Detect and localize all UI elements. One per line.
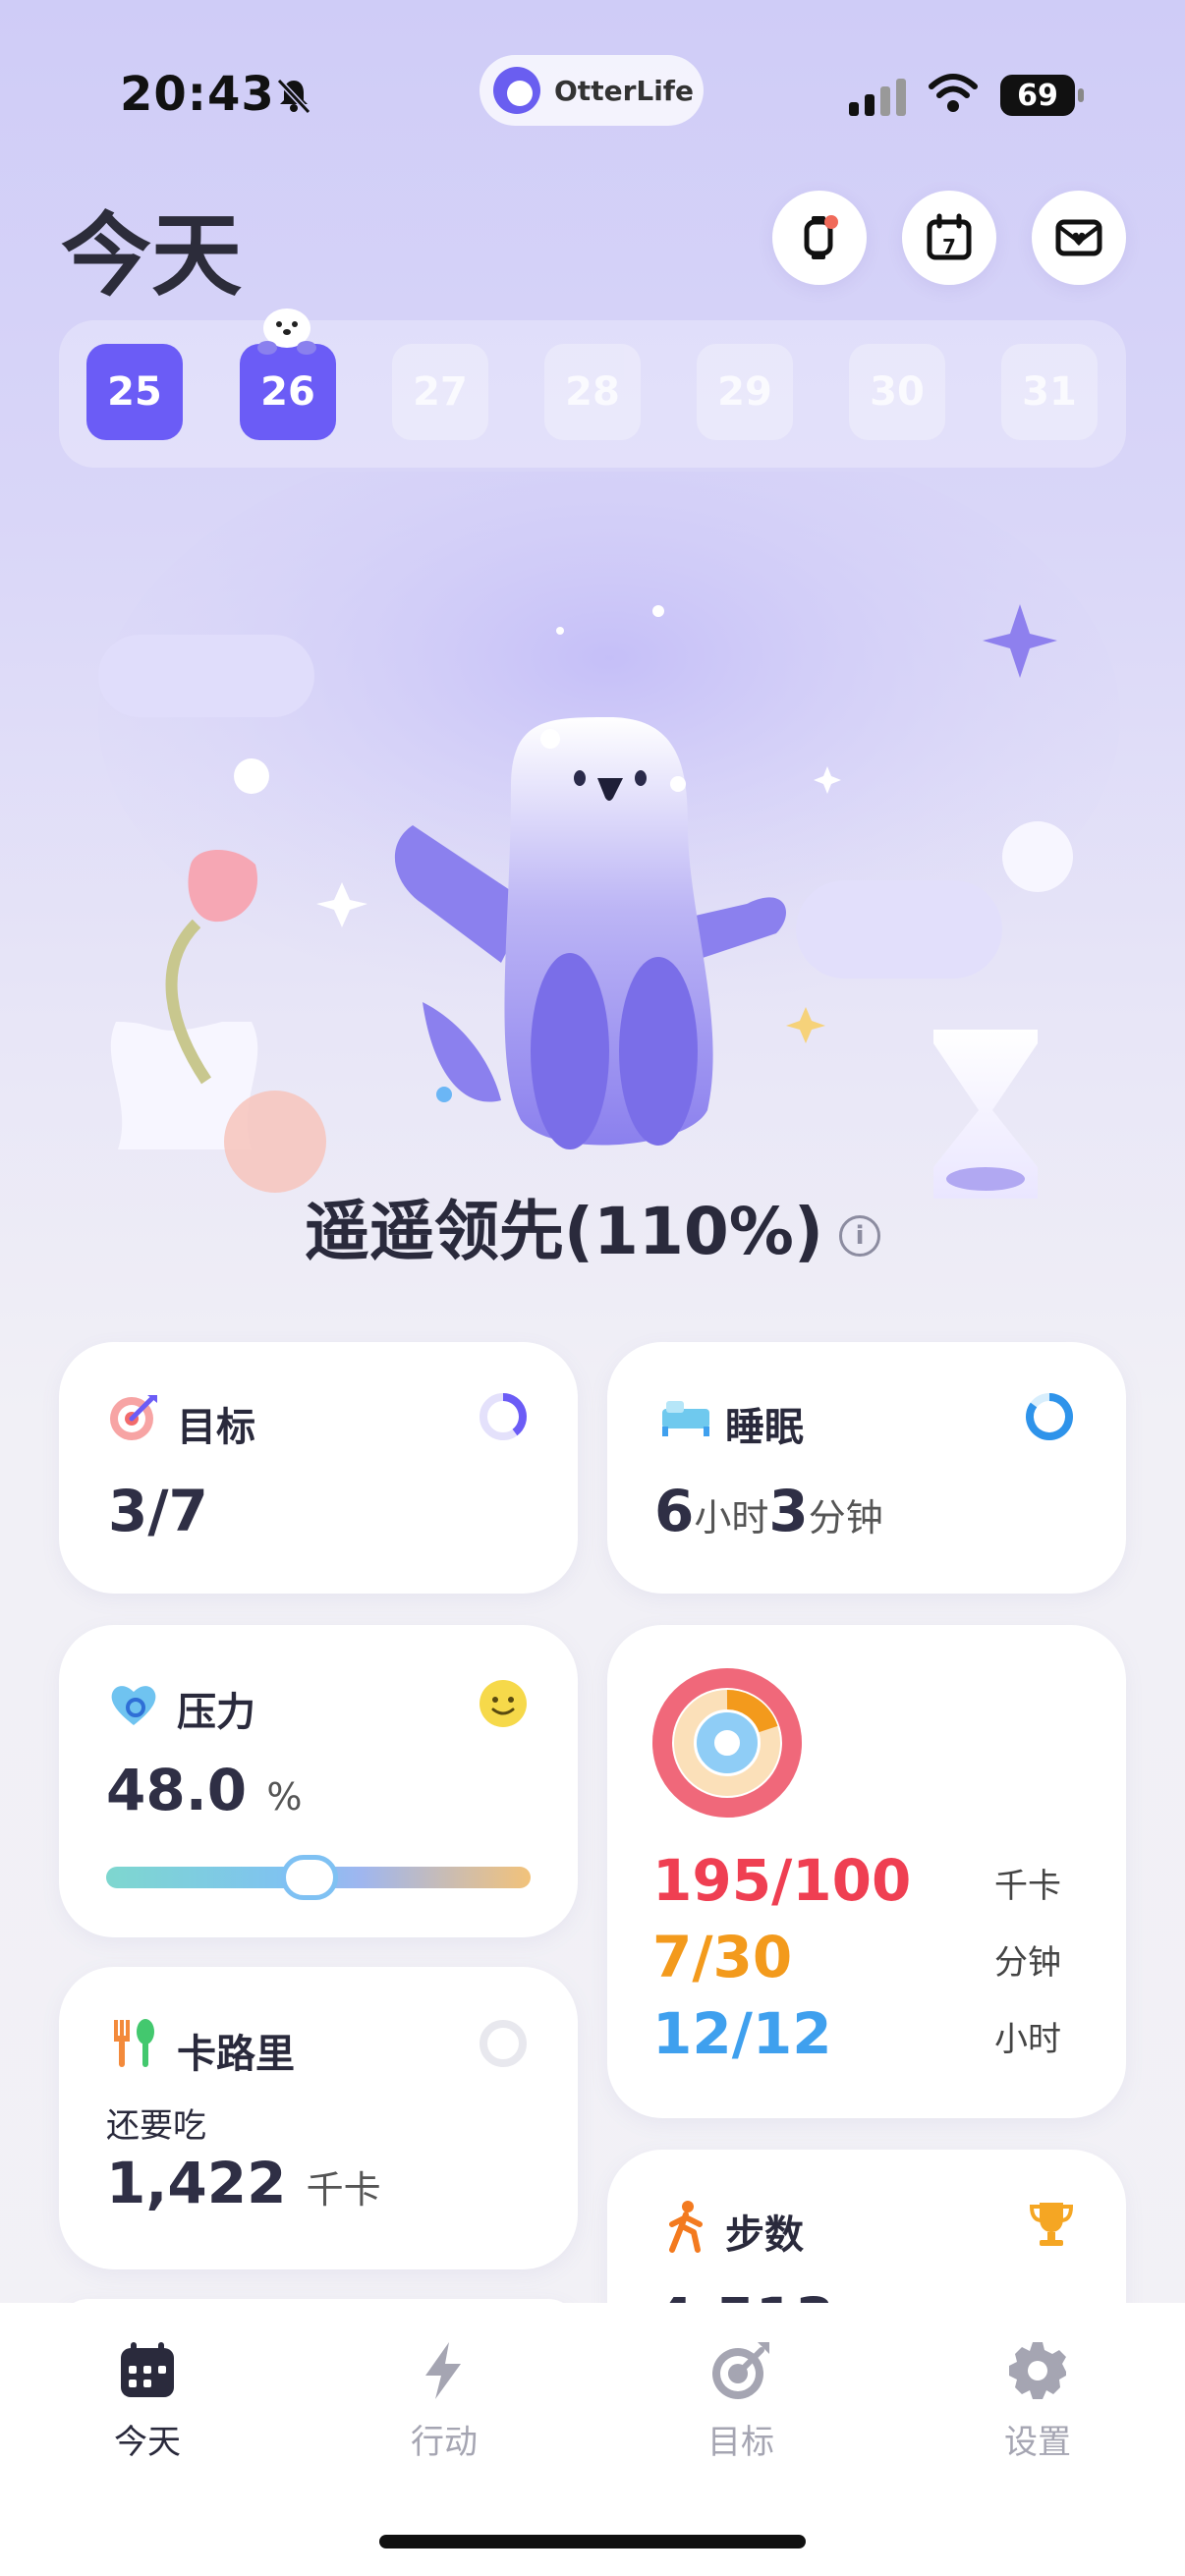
activity-rings-card[interactable]: 195/100 千卡 7/30 分钟 12/12 小时 — [607, 1625, 1126, 2118]
sleep-card[interactable]: 睡眠 6小时3分钟 — [607, 1342, 1126, 1594]
calories-remaining-unit: 千卡 — [306, 2168, 381, 2212]
stress-value: 48.0 — [106, 1757, 248, 1823]
fork-knife-icon — [114, 2019, 154, 2067]
calories-burned-value: 195/100 — [652, 1847, 912, 1914]
calendar-7-icon: 7 — [927, 213, 972, 260]
sleep-duration: 6小时3分钟 — [654, 1478, 883, 1544]
tab-settings-label: 设置 — [1004, 2423, 1071, 2462]
cellular-signal-icon — [849, 79, 906, 116]
stress-gauge-thumb — [281, 1855, 339, 1900]
goal-card[interactable]: 目标 3/7 — [59, 1342, 578, 1594]
calories-remaining-value: 1,422 — [106, 2150, 287, 2216]
goal-value: 3/7 — [108, 1478, 208, 1544]
tab-today[interactable]: 今天 — [69, 2338, 226, 2463]
info-icon[interactable]: i — [839, 1214, 881, 1257]
calories-title: 卡路里 — [177, 2032, 295, 2077]
bell-muted-icon — [276, 78, 311, 115]
calories-progress-ring-icon — [480, 2020, 527, 2067]
mail-heart-icon — [1055, 219, 1102, 256]
exercise-minutes-unit: 分钟 — [994, 1943, 1061, 1983]
sleep-hours: 6 — [654, 1478, 695, 1544]
day-26[interactable]: 26 — [240, 344, 336, 440]
calories-card[interactable]: 卡路里 还要吃 1,422 千卡 — [59, 1967, 578, 2269]
day-28[interactable]: 28 — [544, 344, 641, 440]
target-icon — [712, 2342, 769, 2399]
watch-button[interactable] — [772, 191, 867, 285]
calories-burned-unit: 千卡 — [994, 1867, 1061, 1906]
day-27[interactable]: 27 — [392, 344, 488, 440]
trophy-icon — [1029, 2203, 1074, 2246]
stress-card[interactable]: 压力 48.0 % — [59, 1625, 578, 1937]
stress-value-line: 48.0 % — [106, 1757, 302, 1823]
otter-logo-icon — [493, 67, 540, 114]
goal-title: 目标 — [177, 1405, 255, 1450]
app-indicator-pill[interactable]: OtterLife — [480, 55, 704, 126]
battery-nub — [1078, 88, 1084, 102]
tab-today-label: 今天 — [114, 2423, 181, 2462]
svg-text:7: 7 — [942, 235, 956, 258]
tab-goals-label: 目标 — [707, 2423, 774, 2462]
day-25[interactable]: 25 — [86, 344, 183, 440]
sleep-minutes: 3 — [768, 1478, 809, 1544]
sleep-progress-ring-icon — [1026, 1393, 1073, 1440]
tab-actions[interactable]: 行动 — [366, 2338, 523, 2463]
tab-settings[interactable]: 设置 — [959, 2338, 1116, 2463]
home-indicator[interactable] — [379, 2535, 806, 2548]
smiley-face-icon — [480, 1680, 527, 1727]
gear-icon — [1009, 2342, 1066, 2399]
exercise-minutes-value: 7/30 — [652, 1924, 793, 1990]
watch-icon — [804, 215, 838, 259]
sleep-hours-unit: 小时 — [694, 1496, 769, 1540]
target-dart-icon — [110, 1395, 157, 1440]
stress-unit: % — [266, 1775, 303, 1819]
battery-indicator: 69 — [1000, 75, 1075, 116]
activity-rings-icon — [652, 1668, 802, 1818]
walking-person-icon — [669, 2201, 703, 2253]
calories-remaining-line: 1,422 千卡 — [106, 2150, 381, 2216]
performance-status: 遥遥领先(110%) i — [0, 1179, 1185, 1273]
wifi-icon — [929, 74, 978, 112]
page-title: 今天 — [61, 203, 243, 308]
mini-otter-marker-icon — [257, 308, 316, 355]
stand-hours-unit: 小时 — [994, 2020, 1061, 2059]
otter-mascot-illustration — [98, 472, 1120, 1199]
tab-actions-label: 行动 — [411, 2423, 478, 2462]
calendar-icon — [121, 2342, 174, 2397]
day-29[interactable]: 29 — [697, 344, 793, 440]
lightning-icon — [425, 2342, 461, 2399]
calories-sub-label: 还要吃 — [106, 2106, 206, 2146]
sleep-minutes-unit: 分钟 — [808, 1496, 883, 1540]
stand-hours-value: 12/12 — [652, 2000, 832, 2067]
sleep-title: 睡眠 — [725, 1405, 804, 1450]
tab-goals[interactable]: 目标 — [662, 2338, 819, 2463]
day-30[interactable]: 30 — [849, 344, 945, 440]
inbox-button[interactable] — [1032, 191, 1126, 285]
week-date-strip: 25 26 27 28 29 30 31 — [59, 320, 1126, 468]
status-text: 遥遥领先(110%) — [304, 1194, 824, 1269]
steps-title: 步数 — [725, 2212, 804, 2258]
status-time: 20:43 — [120, 67, 275, 122]
bed-icon — [662, 1401, 709, 1436]
day-31[interactable]: 31 — [1001, 344, 1098, 440]
stress-title: 压力 — [177, 1690, 255, 1735]
stress-heart-icon — [111, 1686, 156, 1725]
app-badge-label: OtterLife — [554, 74, 694, 107]
goal-progress-ring-icon — [480, 1393, 527, 1440]
status-bar: 20:43 OtterLife 69 — [0, 0, 1185, 187]
calendar-button[interactable]: 7 — [902, 191, 996, 285]
